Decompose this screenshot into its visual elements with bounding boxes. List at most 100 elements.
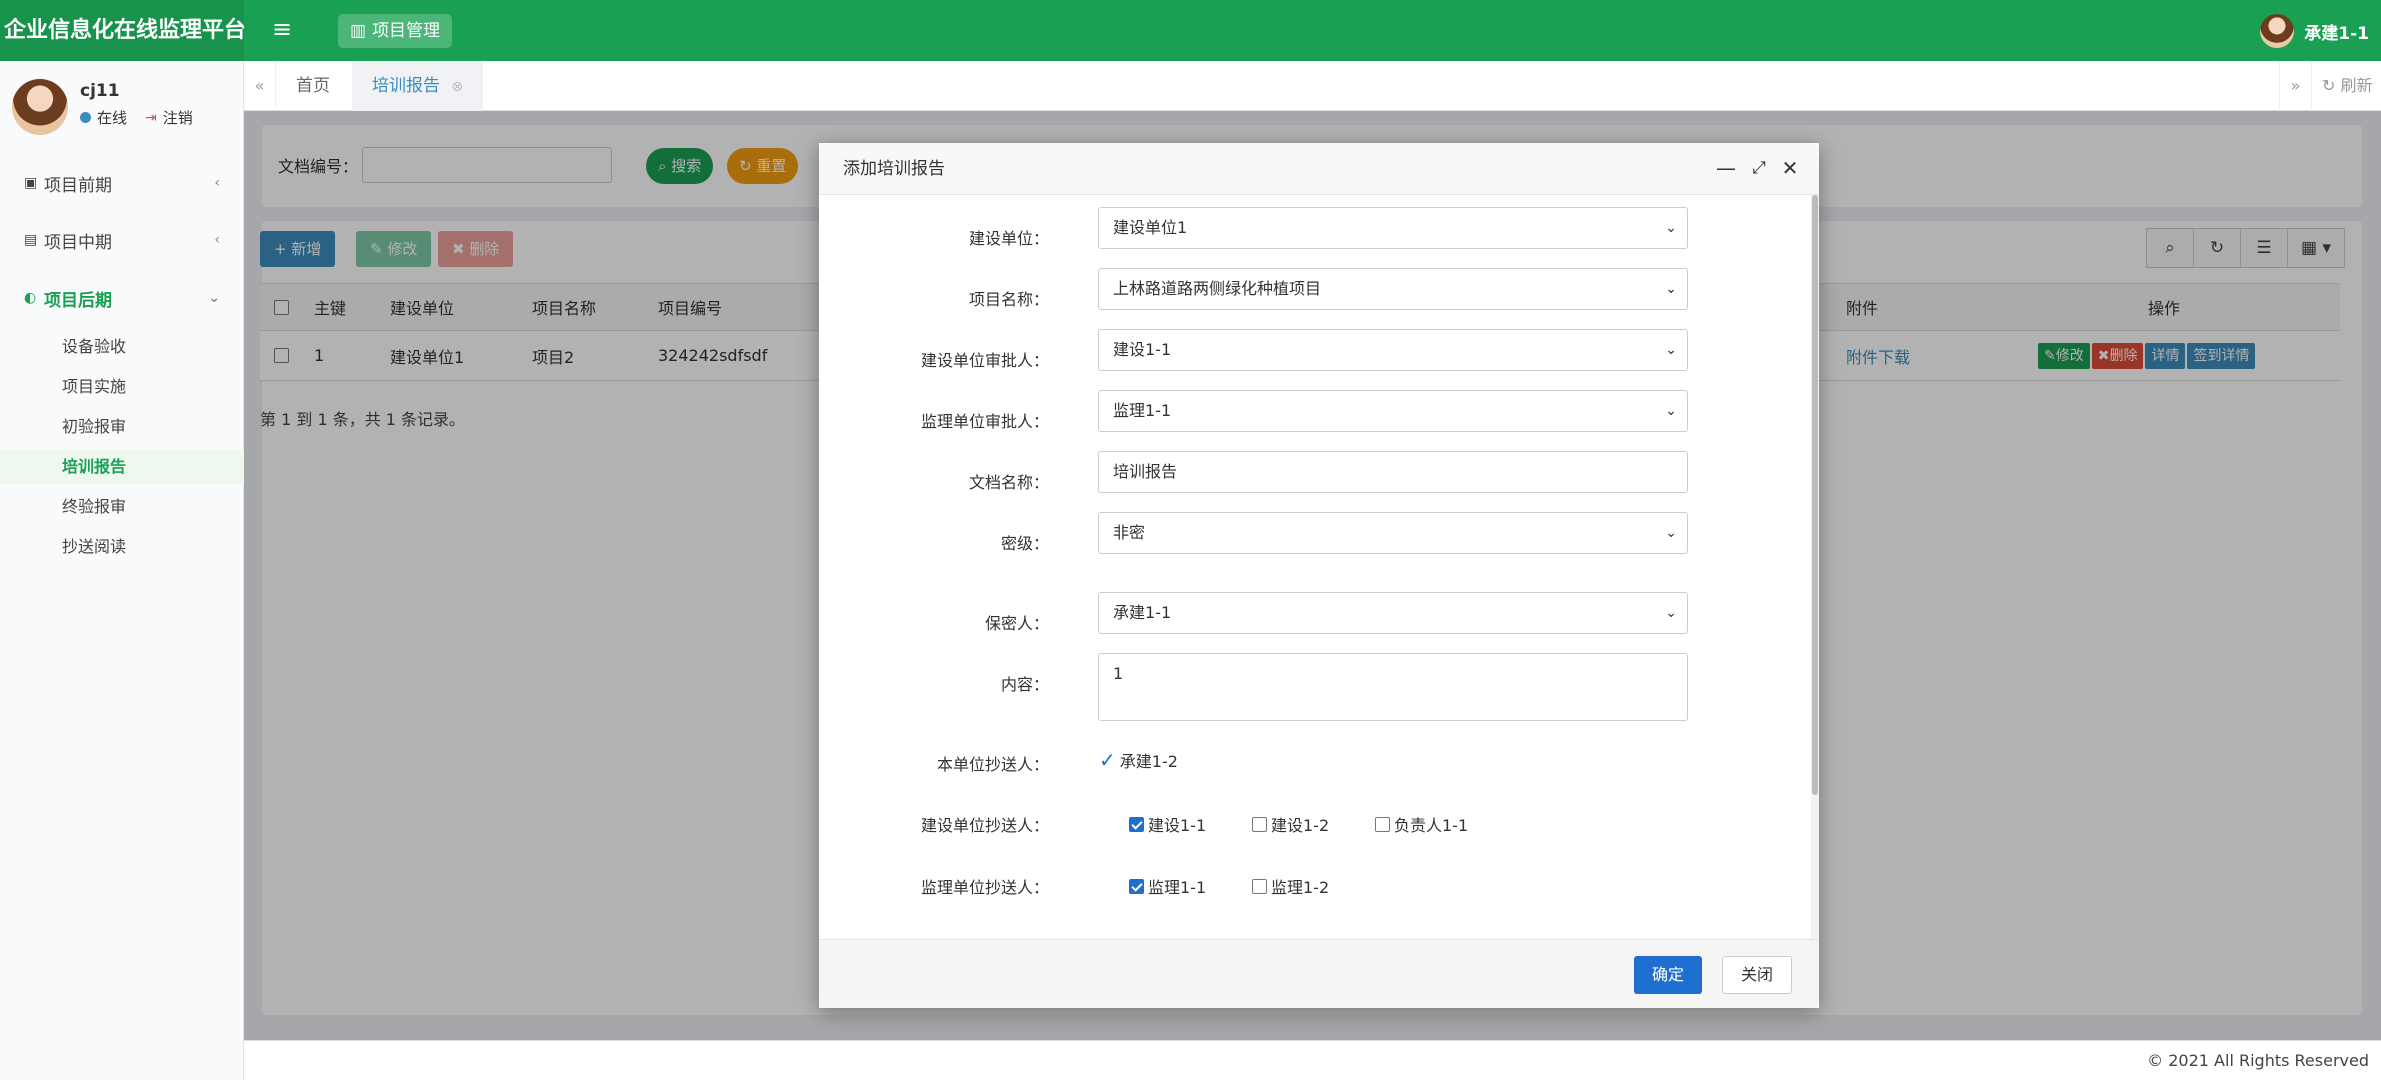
dialog-body: 建设单位： 建设单位1 ⌄ 项目名称： 上林路道路两侧绿化种植项目 ⌄ 建设单位… [819,195,1811,939]
sidebar-item-final-review[interactable]: 终验报审 [0,490,244,524]
sidebar-item-training-report[interactable]: 培训报告 [0,450,244,484]
unit-cc-checkbox-1[interactable]: 建设1-1 [1129,812,1206,836]
avatar [12,79,68,135]
footer: © 2021 All Rights Reserved [244,1040,2381,1080]
keeper-value: 承建1-1 [1113,603,1172,622]
content-textarea[interactable]: 1 [1098,653,1688,721]
tab-scroll-left-icon[interactable]: « [244,61,276,111]
checkbox-checked[interactable] [1129,816,1144,832]
scrollbar-thumb[interactable] [1812,195,1818,795]
chevron-left-icon: ‹ [214,175,220,191]
dialog-title: 添加培训报告 [843,159,945,179]
sidebar-group-post[interactable]: ◐ 项目后期 ⌄ [0,278,244,318]
tab-home[interactable]: 首页 [276,61,350,111]
checkmark-icon: ✓ [1099,748,1116,772]
project-select[interactable]: 上林路道路两侧绿化种植项目 ⌄ [1098,268,1688,310]
maximize-icon[interactable]: ⤢ [1746,155,1772,181]
chevron-down-icon: ⌄ [1665,605,1677,621]
own-cc-option[interactable]: ✓ 承建1-2 [1099,748,1178,772]
half-circle-icon: ◐ [24,290,37,306]
sidebar-group-mid[interactable]: ▤ 项目中期 ‹ [0,220,244,260]
checkbox-unchecked[interactable] [1252,816,1267,832]
unit-cc-checkbox-2[interactable]: 建设1-2 [1252,812,1329,836]
chevron-down-icon: ⌄ [1665,342,1677,358]
id-card-icon: ▣ [24,175,38,191]
dialog-scrollbar[interactable] [1811,195,1819,939]
secret-level-label: 密级： [1000,534,1049,553]
tabs-bar: « 首页 培训报告 ⊗ » ↻ 刷新 [244,61,2381,111]
own-cc-value: 承建1-2 [1119,752,1178,771]
doc-name-input[interactable]: 培训报告 [1098,451,1688,493]
content-label: 内容： [1000,675,1049,694]
sup-approver-value: 监理1-1 [1113,401,1172,420]
sup-cc-label: 监理单位抄送人： [920,878,1049,897]
sidebar-item-device-accept[interactable]: 设备验收 [0,330,244,364]
sup-approver-label: 监理单位审批人： [920,412,1049,431]
unit-select[interactable]: 建设单位1 ⌄ [1098,207,1688,249]
keeper-select[interactable]: 承建1-1 ⌄ [1098,592,1688,634]
user-name: cj11 [80,81,120,101]
close-icon[interactable]: ⊗ [451,79,463,95]
refresh-label: 刷新 [2340,76,2373,95]
logout-icon[interactable]: ⇥ [145,110,157,126]
sup-approver-select[interactable]: 监理1-1 ⌄ [1098,390,1688,432]
avatar [2260,14,2295,48]
sidebar-item-implementation[interactable]: 项目实施 [0,370,244,404]
add-training-report-dialog: 添加培训报告 — ⤢ ✕ 建设单位： 建设单位1 ⌄ 项目名称： 上林路道路两侧… [819,143,1819,1008]
top-user-menu[interactable]: 承建1-1 [2260,14,2369,48]
module-label: 项目管理 [372,21,441,41]
chevron-left-icon: ‹ [214,232,220,248]
refresh-icon: ↻ [2322,76,2336,95]
online-label: 在线 [97,109,128,127]
sidebar-group-pre[interactable]: ▣ 项目前期 ‹ [0,163,244,203]
sup-cc-label-2: 监理1-2 [1271,878,1330,897]
module-button[interactable]: ▥ 项目管理 [338,14,453,48]
dialog-footer: 确定 关闭 [819,939,1819,1008]
sup-cc-checkbox-1[interactable]: 监理1-1 [1129,874,1206,898]
checkbox-unchecked[interactable] [1375,816,1390,832]
unit-label: 建设单位： [968,229,1049,248]
own-cc-label: 本单位抄送人： [936,755,1049,774]
tab-label: 首页 [296,76,330,96]
tab-scroll-right-icon[interactable]: » [2279,61,2311,111]
app-title: 企业信息化在线监理平台 [0,0,244,61]
top-user-name: 承建1-1 [2304,23,2369,44]
sidebar-item-cc-read[interactable]: 抄送阅读 [0,530,244,564]
tab-label: 培训报告 [372,76,440,96]
sidebar-group-label: 项目中期 [44,232,112,253]
content-value: 1 [1113,664,1124,683]
unit-cc-label-1: 建设1-1 [1148,816,1207,835]
user-status: 在线 ⇥ 注销 [80,107,193,128]
close-button[interactable]: 关闭 [1722,956,1793,994]
doc-name-label: 文档名称： [968,473,1049,492]
checkbox-unchecked[interactable] [1252,878,1267,894]
chevron-down-icon: ⌄ [208,290,220,306]
bar-chart-icon: ▥ [350,21,367,41]
chevron-down-icon: ⌄ [1665,403,1677,419]
unit-cc-checkbox-3[interactable]: 负责人1-1 [1375,812,1468,836]
checkbox-checked[interactable] [1129,878,1144,894]
chevron-down-icon: ⌄ [1665,281,1677,297]
project-label: 项目名称： [968,290,1049,309]
unit-approver-select[interactable]: 建设1-1 ⌄ [1098,329,1688,371]
menu-toggle-icon[interactable]: ≡ [272,16,298,42]
sidebar-item-initial-review[interactable]: 初验报审 [0,410,244,444]
logout-link[interactable]: 注销 [163,107,193,128]
unit-cc-label: 建设单位抄送人： [920,816,1049,835]
confirm-button[interactable]: 确定 [1634,956,1703,994]
document-icon: ▤ [24,232,38,248]
tab-training-report[interactable]: 培训报告 ⊗ [352,61,484,111]
close-icon[interactable]: ✕ [1777,155,1803,181]
online-dot-icon [80,112,91,123]
chevron-down-icon: ⌄ [1665,220,1677,236]
sidebar: cj11 在线 ⇥ 注销 ▣ 项目前期 ‹ ▤ 项目中期 ‹ ◐ 项目后期 ⌄ … [0,61,244,1080]
unit-cc-label-3: 负责人1-1 [1394,816,1469,835]
secret-level-select[interactable]: 非密 ⌄ [1098,512,1688,554]
chevron-down-icon: ⌄ [1665,525,1677,541]
refresh-button[interactable]: ↻ 刷新 [2311,61,2381,111]
user-panel: cj11 在线 ⇥ 注销 [12,79,232,139]
sidebar-group-label: 项目后期 [44,290,112,311]
unit-select-value: 建设单位1 [1113,218,1188,237]
minimize-icon[interactable]: — [1713,155,1739,181]
sup-cc-checkbox-2[interactable]: 监理1-2 [1252,874,1329,898]
